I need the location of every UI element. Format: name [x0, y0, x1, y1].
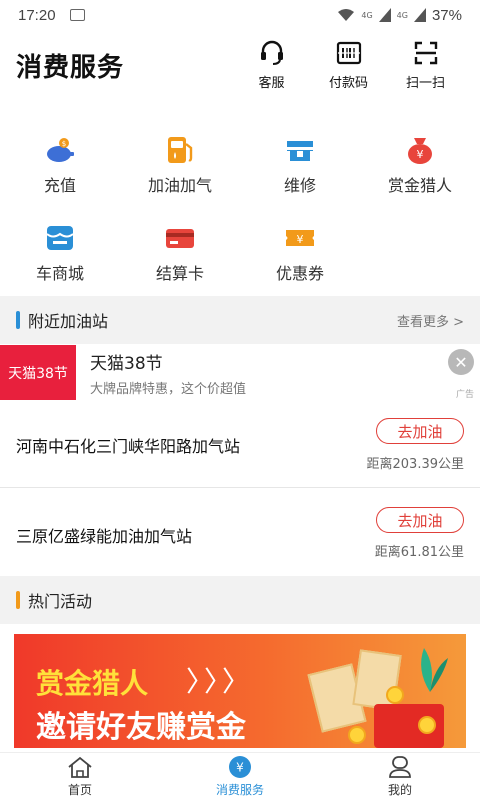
service-coupon-label: 优惠券: [275, 264, 324, 283]
tab-me[interactable]: 我的: [320, 753, 480, 800]
signal-icon-2: [413, 8, 426, 22]
station-distance: 距离61.81公里: [374, 545, 464, 560]
tab-consume-services-label: 消费服务: [215, 783, 264, 797]
payment-code-label: 付款码: [328, 75, 368, 91]
view-more-link[interactable]: 查看更多 >: [397, 311, 464, 330]
card-icon: [166, 229, 194, 248]
coupon-icon: ¥: [286, 230, 314, 246]
service-fuel[interactable]: 加油加气: [120, 122, 240, 210]
station-item[interactable]: 河南中石化三门峡华阳路加气站 去加油 距离203.39公里: [0, 400, 480, 487]
ad-banner[interactable]: 天猫38节 天猫38节 大牌品牌特惠，这个价超值 ✕ 广告: [0, 345, 480, 400]
svg-text:¥: ¥: [297, 233, 304, 246]
ad-logo: 天猫38节: [0, 345, 76, 400]
signal-label-2: 4G: [396, 10, 408, 20]
ad-text: 天猫38节 大牌品牌特惠，这个价超值: [90, 349, 246, 397]
service-settlement-card[interactable]: 结算卡: [120, 210, 240, 298]
signal-label-1: 4G: [361, 10, 373, 20]
leaf-graphic: [421, 648, 448, 692]
bounty-hunter-banner[interactable]: 赏金猎人 〉〉〉 邀请好友赚赏金: [14, 634, 466, 748]
tab-consume-services[interactable]: ¥ 消费服务: [160, 753, 320, 800]
service-grid: $ 充值 加油加气 维修 ¥ 赏金猎人 车商城 结算卡 ¥ 优惠券: [0, 122, 480, 298]
coin-graphic: [348, 726, 366, 744]
page-title: 消费服务: [16, 52, 125, 83]
status-time: 17:20: [18, 6, 56, 24]
nearby-stations-title: 附近加油站: [28, 312, 109, 331]
banner-subheadline: 邀请好友赚赏金: [36, 710, 246, 745]
go-refuel-button[interactable]: 去加油: [376, 507, 464, 533]
ad-title: 天猫38节: [90, 353, 163, 374]
consume-services-page: 17:20 4G 4G 37% 消费服务 客服 付款码 扫一扫 $ 充值 加油加…: [0, 0, 480, 800]
station-item[interactable]: 三原亿盛绿能加油加气站 去加油 距离61.81公里: [0, 488, 480, 576]
payment-code-button[interactable]: 付款码: [310, 40, 387, 91]
banner-arrows: 〉〉〉: [186, 665, 255, 698]
service-repair[interactable]: 维修: [240, 122, 360, 210]
svg-text:¥: ¥: [236, 761, 244, 775]
section-accent-bar: [16, 591, 20, 609]
hot-activities-title: 热门活动: [28, 592, 93, 611]
piggy-bank-icon: $: [47, 138, 74, 162]
ad-subtitle: 大牌品牌特惠，这个价超值: [90, 381, 247, 397]
nearby-stations-header: 附近加油站 查看更多 >: [0, 296, 480, 344]
banner-headline: 赏金猎人: [36, 667, 149, 700]
page-header: 消费服务 客服 付款码 扫一扫: [0, 30, 480, 100]
customer-service-button[interactable]: 客服: [233, 40, 310, 91]
service-bounty-hunter-label: 赏金猎人: [387, 176, 452, 195]
money-bag-icon: ¥: [408, 138, 432, 164]
service-bounty-hunter[interactable]: ¥ 赏金猎人: [360, 122, 480, 210]
bottom-tab-bar: 首页 ¥ 消费服务 我的: [0, 752, 480, 800]
station-name: 河南中石化三门峡华阳路加气站: [16, 437, 241, 456]
service-recharge-label: 充值: [43, 176, 76, 195]
status-right: 4G 4G 37%: [337, 7, 462, 24]
profile-icon: [386, 755, 414, 779]
station-name: 三原亿盛绿能加油加气站: [16, 527, 193, 546]
svg-text:¥: ¥: [417, 148, 424, 161]
svg-text:$: $: [62, 140, 66, 148]
service-fuel-label: 加油加气: [147, 176, 212, 195]
service-coupon[interactable]: ¥ 优惠券: [240, 210, 360, 298]
scan-button[interactable]: 扫一扫: [387, 40, 464, 91]
car-repair-icon: [287, 141, 313, 161]
tab-me-label: 我的: [387, 783, 412, 797]
signal-icon-1: [378, 8, 391, 22]
service-repair-label: 维修: [283, 176, 316, 195]
headset-icon: [260, 40, 283, 65]
station-distance: 距离203.39公里: [366, 457, 465, 472]
tab-home[interactable]: 首页: [0, 753, 160, 800]
battery-level: 37%: [431, 6, 462, 24]
yuan-icon: ¥: [226, 755, 254, 779]
coin-graphic: [418, 716, 436, 734]
wifi-icon: [338, 9, 355, 21]
service-recharge[interactable]: $ 充值: [0, 122, 120, 210]
go-refuel-button[interactable]: 去加油: [376, 418, 464, 444]
coin-graphic: [386, 686, 404, 704]
fuel-pump-icon: [168, 137, 193, 163]
scan-label: 扫一扫: [405, 75, 445, 91]
image-notification-icon: [69, 9, 85, 21]
barcode-icon: [336, 41, 361, 64]
tab-home-label: 首页: [67, 783, 92, 797]
customer-service-label: 客服: [258, 75, 285, 91]
section-accent-bar: [16, 311, 20, 329]
service-car-mall[interactable]: 车商城: [0, 210, 120, 298]
home-icon: [66, 755, 94, 779]
service-settlement-card-label: 结算卡: [155, 264, 204, 283]
header-actions: 客服 付款码 扫一扫: [233, 40, 464, 91]
ad-tag: 广告: [455, 390, 474, 400]
service-car-mall-label: 车商城: [35, 264, 84, 283]
scan-icon: [414, 41, 437, 64]
hot-activities-header: 热门活动: [0, 576, 480, 624]
status-bar: 17:20 4G 4G 37%: [0, 0, 480, 30]
shop-icon: [46, 226, 74, 250]
ad-close-icon[interactable]: ✕: [448, 349, 474, 375]
